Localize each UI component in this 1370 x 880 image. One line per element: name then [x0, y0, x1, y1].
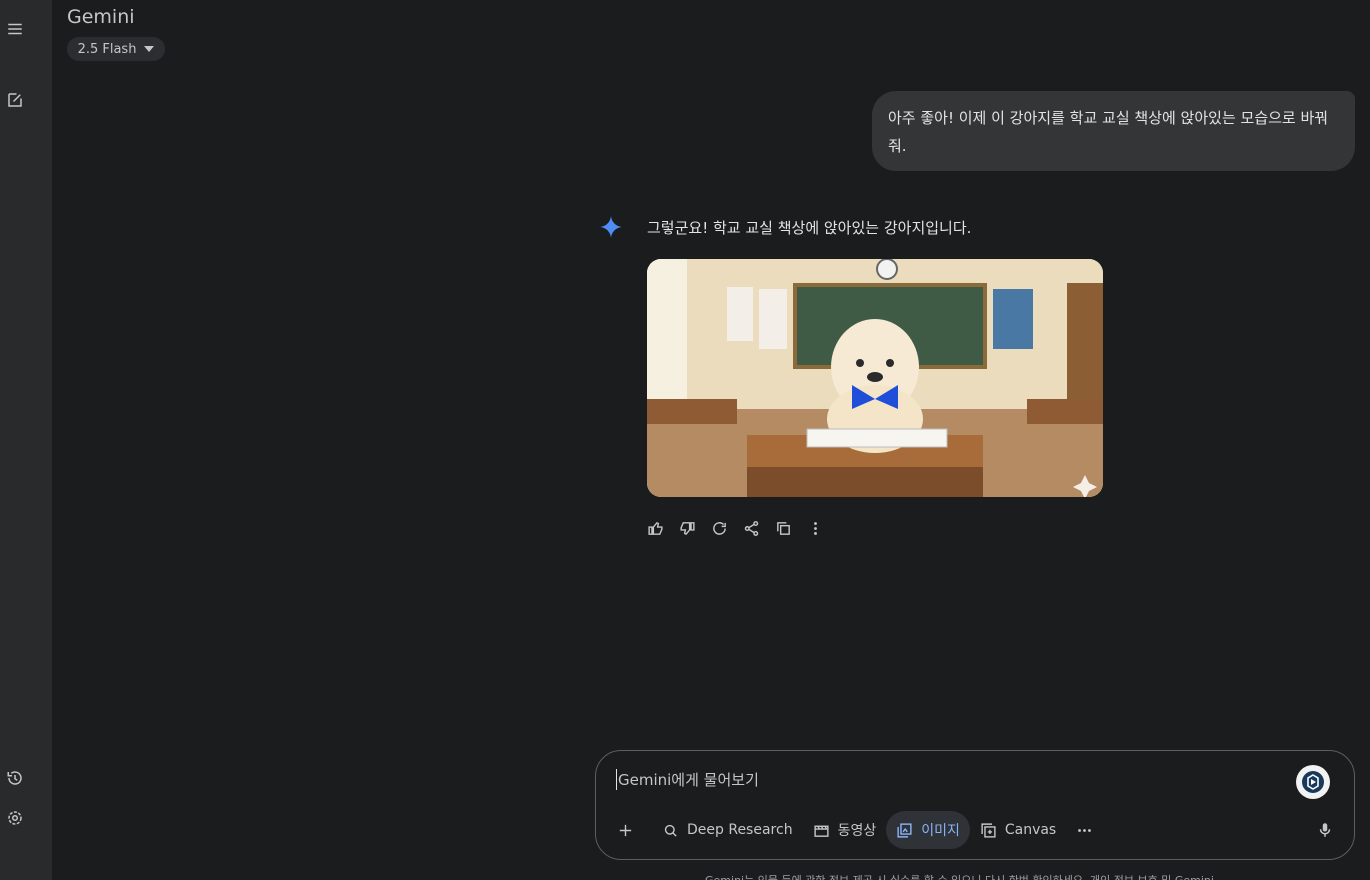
new-chat-icon[interactable] [5, 90, 25, 110]
history-icon[interactable] [5, 768, 25, 788]
tool-image[interactable]: 이미지 [886, 811, 970, 849]
tool-canvas[interactable]: Canvas [970, 811, 1066, 849]
model-label: 2.5 Flash [77, 41, 137, 57]
microphone-icon[interactable] [1316, 821, 1334, 839]
tool-label: Canvas [1004, 822, 1057, 838]
image-icon [897, 822, 912, 838]
copy-icon[interactable] [773, 518, 793, 538]
canvas-icon [981, 822, 996, 838]
chevron-down-icon [144, 46, 155, 52]
tool-row: Deep Research 동영상 이미지 Canvas [612, 811, 1103, 849]
disclaimer-text: Gemini는 인물 등에 관한 정보 제공 시 실수를 할 수 있으니 다시 … [705, 872, 1214, 880]
generated-image[interactable] [647, 259, 1103, 497]
assistant-message: 그렇군요! 학교 교실 책상에 앉아있는 강아지입니다. [647, 219, 972, 237]
add-button[interactable] [612, 811, 638, 849]
menu-icon[interactable] [5, 19, 25, 39]
tool-label: 이미지 [921, 823, 960, 839]
regenerate-icon[interactable] [709, 518, 729, 538]
video-icon [813, 825, 829, 837]
avatar[interactable] [1296, 765, 1330, 799]
thumbs-up-icon[interactable] [645, 518, 665, 538]
side-rail [0, 0, 52, 880]
thumbs-down-icon[interactable] [677, 518, 697, 538]
model-selector[interactable]: 2.5 Flash [67, 37, 165, 61]
response-actions [645, 518, 825, 538]
tool-deep-research[interactable]: Deep Research [652, 811, 803, 849]
share-icon[interactable] [741, 518, 761, 538]
tool-label: Deep Research [687, 822, 793, 838]
deep-research-icon [664, 824, 677, 837]
more-vert-icon[interactable] [805, 518, 825, 538]
gemini-spark-icon [598, 214, 624, 240]
more-tools-button[interactable] [1066, 811, 1103, 849]
settings-icon[interactable] [5, 808, 25, 828]
user-message: 아주 좋아! 이제 이 강아지를 학교 교실 책상에 앉아있는 모습으로 바꿔줘… [872, 91, 1355, 171]
prompt-box[interactable]: Gemini에게 물어보기 Deep Research 동영상 이미지 Canv… [595, 750, 1355, 860]
app-title: Gemini [67, 6, 135, 28]
tool-label: 동영상 [837, 823, 877, 839]
tool-video[interactable]: 동영상 [803, 811, 887, 849]
prompt-input[interactable]: Gemini에게 물어보기 [616, 769, 759, 790]
